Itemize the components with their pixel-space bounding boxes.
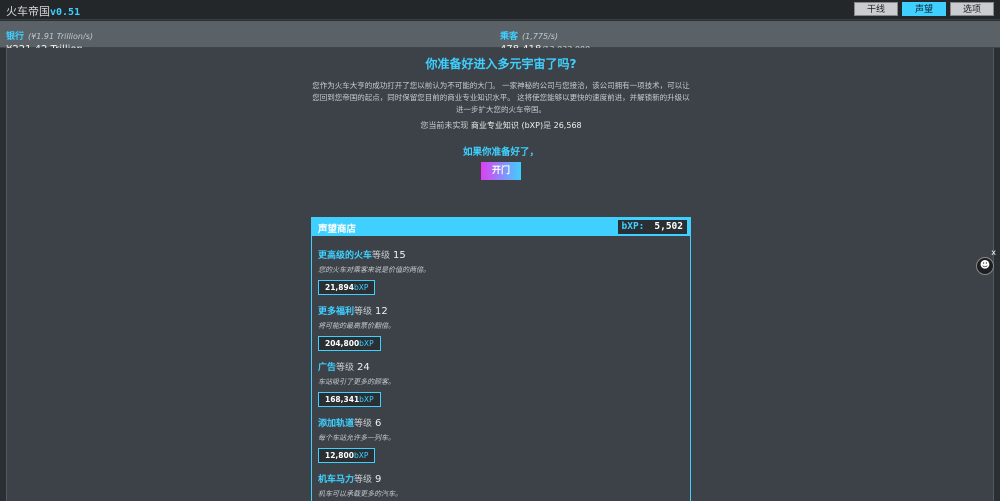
shop-item: 添加轨道等级 6 每个车站允许多一列车。 12,800bXP [318, 411, 395, 463]
item-cost: 204,800 [325, 339, 360, 348]
cost-unit: bXP [359, 339, 374, 348]
open-door-button[interactable]: 开门 [481, 162, 521, 180]
item-level: 15 [393, 250, 406, 261]
item-name: 机车马力 [318, 475, 355, 485]
cost-unit: bXP [359, 395, 374, 404]
shop-header: 声望商店 bXP: 5,502 [312, 218, 690, 236]
bank-label: 银行 [6, 32, 25, 42]
shop-item: 更高级的火车等级 15 您的火车对乘客来说是价值的两倍。 21,894bXP [318, 243, 430, 295]
item-description: 每个车站允许多一列车。 [318, 434, 395, 442]
shop-item: 广告等级 24 车站吸引了更多的顾客。 168,341bXP [318, 355, 395, 407]
item-cost: 12,800 [325, 451, 354, 460]
item-level: 9 [375, 474, 382, 485]
tab-bar: 干线 声望 选项 [854, 2, 994, 16]
item-level-word: 等级 [354, 419, 373, 429]
item-level: 12 [375, 306, 388, 317]
bxp-mid: 是 [543, 121, 552, 130]
bxp-value: 26,568 [553, 121, 582, 130]
cost-unit: bXP [353, 451, 369, 460]
bank-rate: (¥1.91 Trillion/s) [28, 32, 93, 41]
passengers-label: 乘客 [500, 32, 519, 42]
prestige-shop: 声望商店 bXP: 5,502 更高级的火车等级 15 您的火车对乘客来说是价值的两… [311, 217, 691, 501]
item-level: 6 [375, 418, 382, 429]
bxp-label: 商业专业知识 (bXP) [470, 121, 544, 130]
item-cost: 21,894 [325, 283, 354, 292]
chat-close-button[interactable]: x [991, 248, 996, 257]
item-level-word: 等级 [354, 475, 373, 485]
shop-bxp-key: bXP: [621, 221, 645, 232]
item-name: 添加轨道 [318, 419, 355, 429]
item-description: 将可能的最高票价翻倍。 [318, 322, 395, 330]
ready-text: 如果你准备好了， [462, 147, 539, 158]
app-title: 火车帝国v0.51 [6, 3, 80, 19]
cost-unit: bXP [353, 283, 369, 292]
ascend-description: 您作为火车大亨的成功打开了您以前认为不可能的大门。 一家神秘的公司与您接洽，该公… [312, 81, 690, 114]
item-level: 24 [357, 362, 370, 373]
app-version: v0.51 [50, 7, 81, 18]
bxp-status: 您当前未实现 商业专业知识 (bXP)是 26,568 [7, 120, 995, 131]
shop-bxp-balance: bXP: 5,502 [617, 220, 687, 234]
chat-icon[interactable]: ☻ [976, 257, 994, 275]
stats-bar: 银行(¥1.91 Trillion/s) ¥221.42 Trillion 乘客… [0, 21, 1000, 55]
item-level-word: 等级 [372, 251, 391, 261]
prestige-panel: 你准备好进入多元宇宙了吗? 您作为火车大亨的成功打开了您以前认为不可能的大门。 … [6, 48, 994, 501]
shop-item: 更多福利等级 12 将可能的最高票价翻倍。 204,800bXP [318, 299, 395, 351]
item-level-word: 等级 [354, 307, 373, 317]
shop-bxp-value: 5,502 [654, 221, 683, 232]
shop-title: 声望商店 [318, 224, 357, 235]
shop-item: 机车马力等级 9 机车可以承载更多的汽车。 [318, 467, 402, 499]
item-description: 您的火车对乘客来说是价值的两倍。 [318, 266, 430, 274]
buy-button[interactable]: 204,800bXP [318, 336, 381, 351]
item-name: 广告 [318, 363, 337, 373]
ascend-title: 你准备好进入多元宇宙了吗? [425, 57, 577, 71]
buy-button[interactable]: 12,800bXP [318, 448, 376, 463]
passengers-rate: (1,775/s) [522, 32, 559, 41]
tab-prestige[interactable]: 声望 [902, 2, 946, 16]
tab-mainline[interactable]: 干线 [854, 2, 898, 16]
item-description: 机车可以承载更多的汽车。 [318, 490, 402, 498]
item-name: 更高级的火车 [318, 251, 373, 261]
top-bar: 火车帝国v0.51 干线 声望 选项 [0, 0, 1000, 20]
buy-button[interactable]: 168,341bXP [318, 392, 381, 407]
tab-options[interactable]: 选项 [950, 2, 994, 16]
item-description: 车站吸引了更多的顾客。 [318, 378, 395, 386]
buy-button[interactable]: 21,894bXP [318, 280, 376, 295]
item-cost: 168,341 [325, 395, 360, 404]
app-name: 火车帝国 [6, 5, 50, 18]
item-level-word: 等级 [336, 363, 355, 373]
item-name: 更多福利 [318, 307, 355, 317]
bxp-prefix: 您当前未实现 [420, 121, 469, 130]
